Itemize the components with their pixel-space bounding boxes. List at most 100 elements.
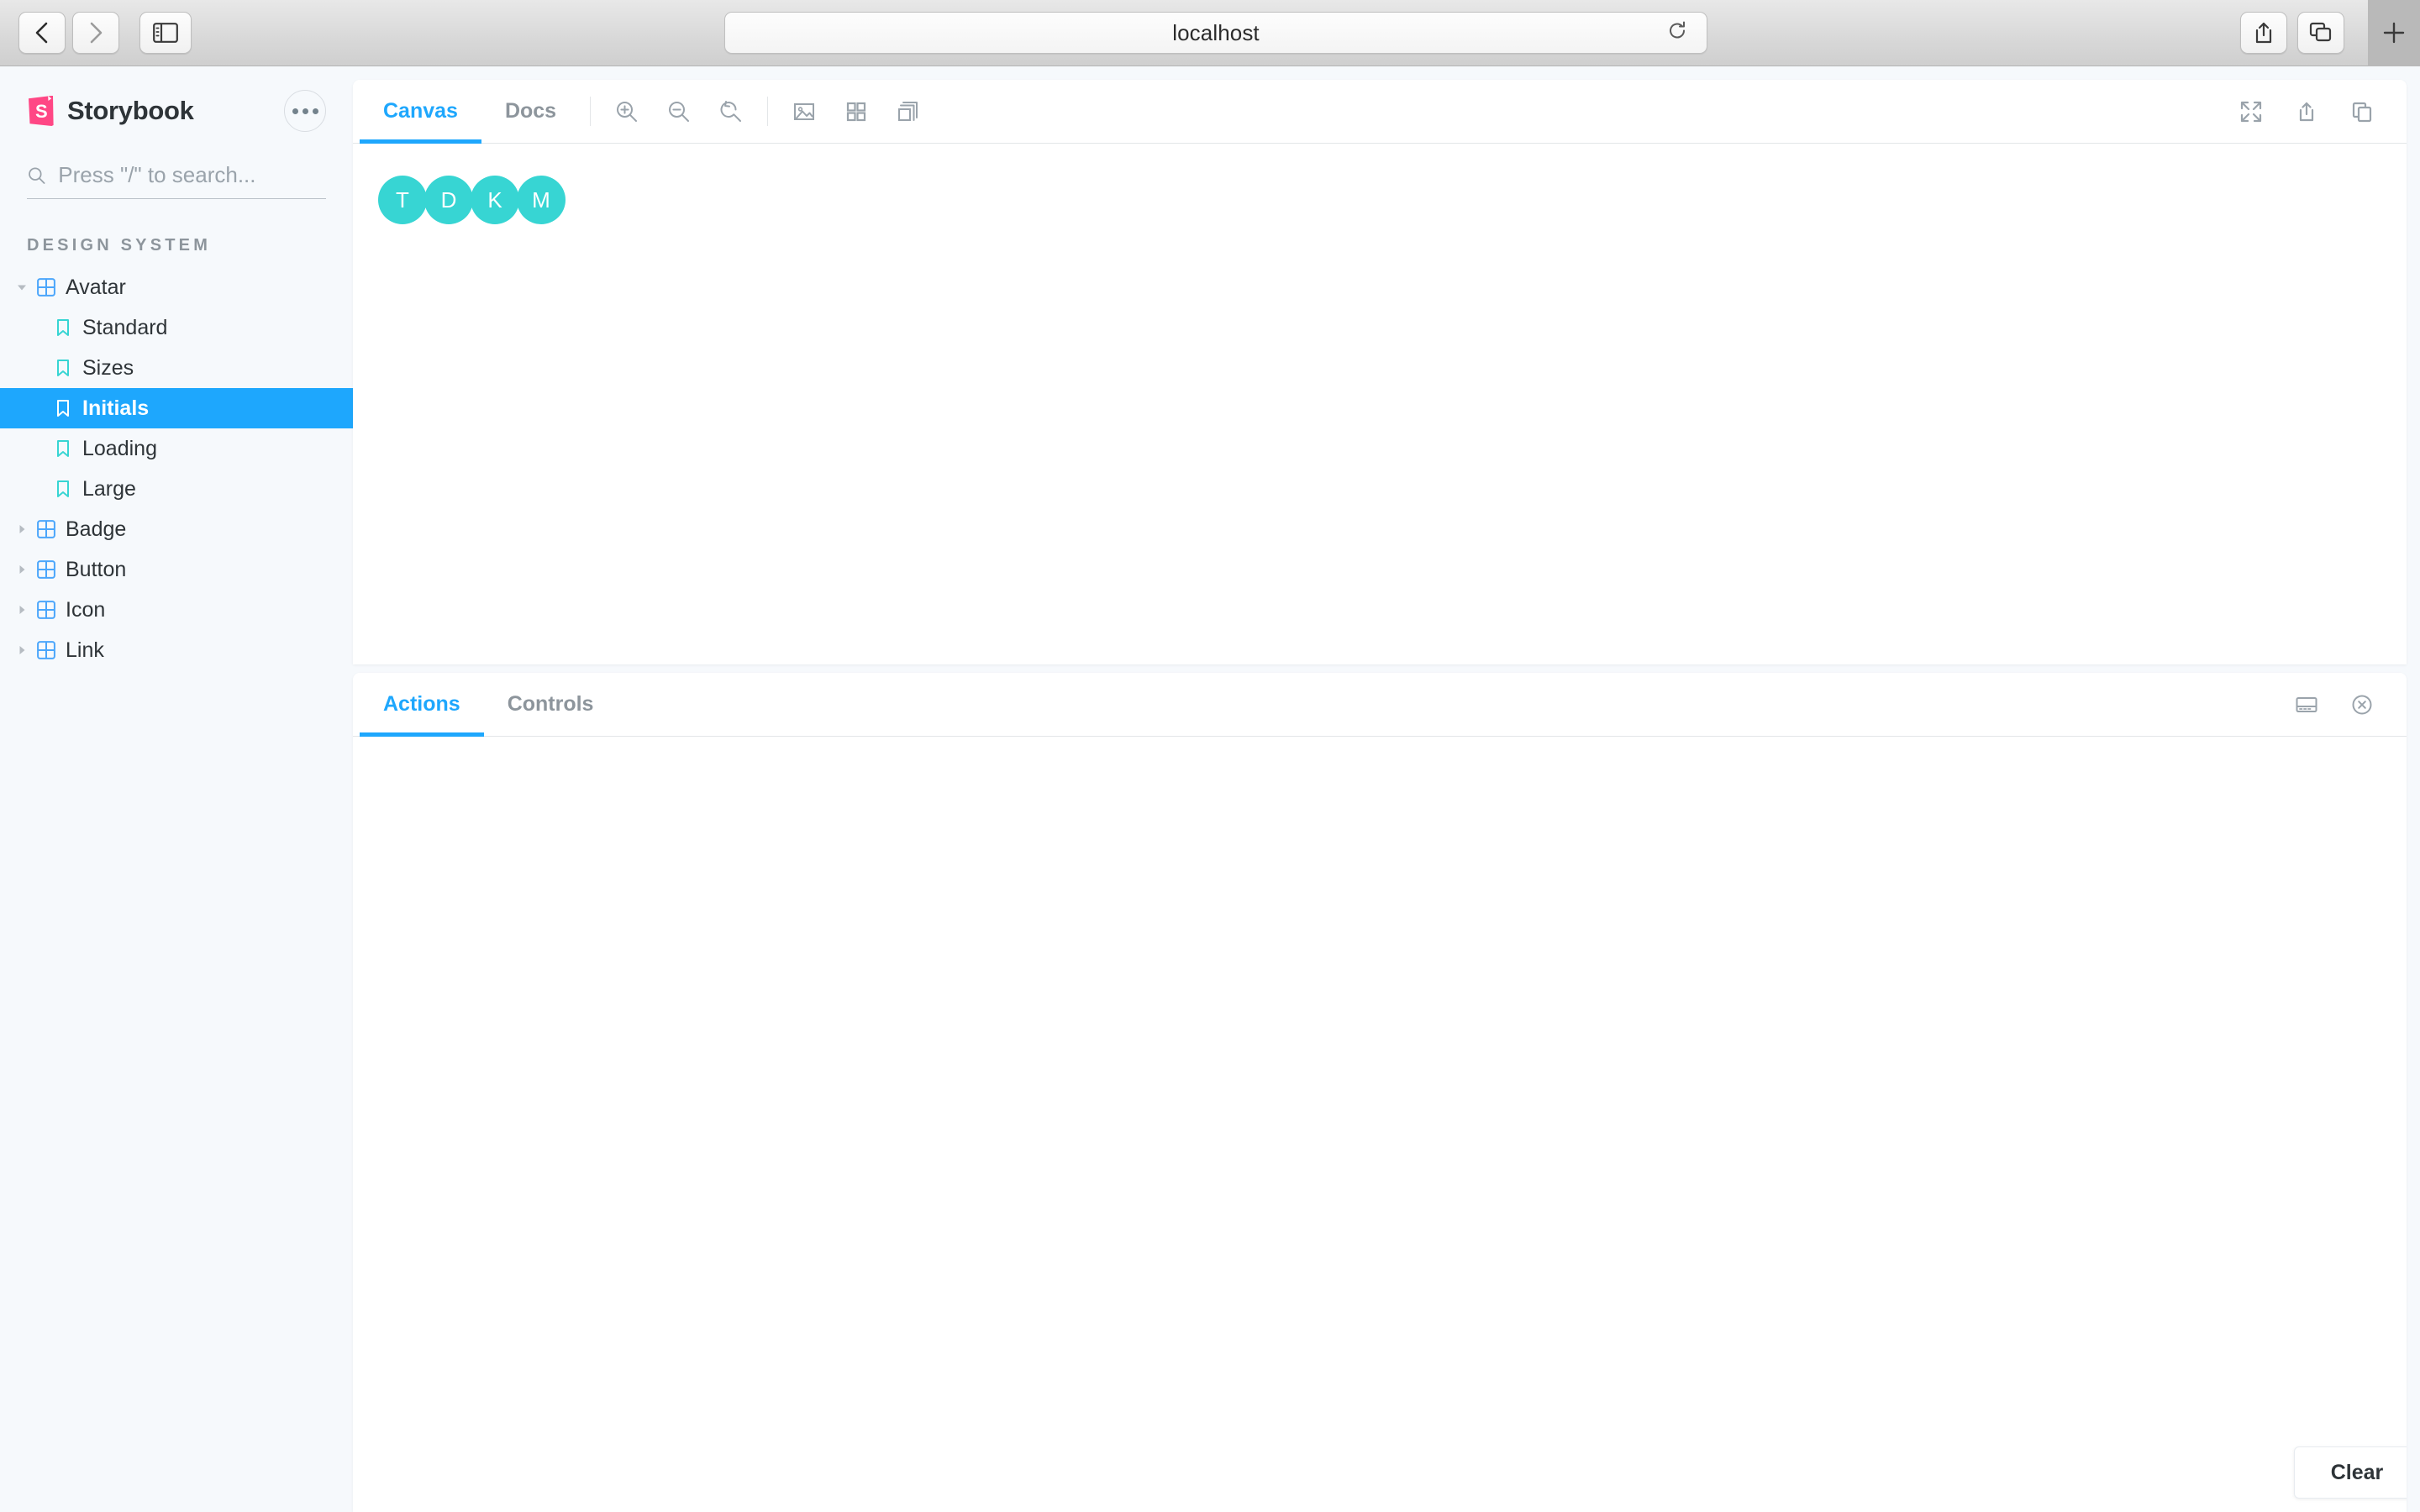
sidebar-icon [153, 23, 178, 43]
chevron-right-icon[interactable] [12, 643, 32, 657]
tree-item-label: Badge [66, 517, 127, 541]
story-icon [49, 399, 77, 417]
panel-position-icon [2296, 696, 2317, 712]
tree-item-link[interactable]: Link [0, 630, 353, 670]
tree-item-label: Sizes [82, 355, 134, 380]
main-area: Canvas Docs T D K M Actions Controls Cle… [353, 66, 2420, 1512]
tree-item-label: Icon [66, 597, 106, 622]
avatar: K [471, 176, 519, 224]
tab-docs[interactable]: Docs [481, 80, 580, 143]
grid-icon [846, 102, 866, 121]
zoom-reset-icon [720, 100, 742, 122]
menu-dot-icon [292, 108, 298, 114]
copy-icon [2352, 102, 2372, 122]
tabs-icon [2309, 22, 2332, 42]
sidebar-toggle-button[interactable] [139, 12, 192, 54]
zoom-in-button[interactable] [601, 80, 653, 143]
addons-tabbar: Actions Controls [353, 673, 2407, 737]
menu-dot-icon [312, 108, 318, 114]
avatar: T [378, 176, 427, 224]
plus-icon [2383, 22, 2405, 44]
search-container [27, 162, 326, 199]
url-bar-container: localhost [192, 12, 2240, 54]
tab-canvas[interactable]: Canvas [360, 80, 481, 144]
share-button[interactable] [2240, 12, 2287, 54]
tree-item-sizes[interactable]: Sizes [0, 348, 353, 388]
tree-item-button[interactable]: Button [0, 549, 353, 590]
canvas-toolbar: Canvas Docs [353, 80, 2407, 144]
brand[interactable]: S Storybook [27, 95, 194, 127]
tab-overview-button[interactable] [2297, 12, 2344, 54]
url-bar[interactable]: localhost [724, 12, 1707, 54]
avatar: D [424, 176, 473, 224]
addons-right-tools [2281, 673, 2407, 736]
open-new-tab-button[interactable] [2281, 99, 2333, 124]
tree-item-label: Initials [82, 396, 150, 420]
zoom-out-button[interactable] [653, 80, 705, 143]
fullscreen-icon [2240, 101, 2262, 122]
forward-button[interactable] [72, 12, 119, 54]
browser-actions [2240, 0, 2420, 66]
story-icon [49, 318, 77, 337]
zoom-out-icon [669, 101, 690, 122]
reload-button[interactable] [1666, 20, 1688, 46]
chevron-right-icon[interactable] [12, 522, 32, 536]
tree-item-standard[interactable]: Standard [0, 307, 353, 348]
story-preview: T D K M [353, 144, 2407, 664]
clear-button[interactable]: Clear [2294, 1446, 2407, 1499]
tree-item-avatar[interactable]: Avatar [0, 267, 353, 307]
tree-item-loading[interactable]: Loading [0, 428, 353, 469]
brand-name: Storybook [67, 96, 194, 125]
tree-item-badge[interactable]: Badge [0, 509, 353, 549]
browser-chrome: localhost [0, 0, 2420, 66]
copy-link-button[interactable] [2336, 99, 2388, 124]
canvas-panel: Canvas Docs T D K M [353, 80, 2407, 664]
actions-log: Clear [353, 737, 2407, 1512]
story-icon [49, 359, 77, 377]
component-icon [32, 560, 60, 579]
grid-button[interactable] [830, 80, 882, 143]
avatar-group: T D K M [378, 176, 2407, 224]
url-text: localhost [1172, 19, 1260, 45]
sidebar-header: S Storybook [0, 66, 353, 132]
back-button[interactable] [18, 12, 66, 54]
avatar: M [517, 176, 566, 224]
fullscreen-button[interactable] [2225, 99, 2277, 124]
share-icon [2255, 22, 2272, 44]
browser-nav-group [0, 12, 192, 54]
sidebar-menu-button[interactable] [284, 90, 326, 132]
chevron-down-icon[interactable] [12, 281, 32, 294]
tab-actions[interactable]: Actions [360, 673, 484, 737]
component-icon [32, 278, 60, 297]
measure-icon [898, 101, 918, 121]
tree-item-icon[interactable]: Icon [0, 590, 353, 630]
tree-item-label: Loading [82, 436, 157, 460]
chevron-left-icon [35, 22, 48, 44]
story-tree: Avatar Standard Sizes Initials Loading L… [0, 267, 353, 670]
background-icon [794, 102, 815, 120]
tree-item-initials[interactable]: Initials [0, 388, 353, 428]
chevron-right-icon[interactable] [12, 563, 32, 576]
tree-item-large[interactable]: Large [0, 469, 353, 509]
panel-position-button[interactable] [2281, 692, 2333, 717]
zoom-in-icon [617, 101, 638, 122]
search-input[interactable] [58, 162, 326, 188]
sidebar: S Storybook DESIGN SYSTEM [0, 66, 353, 1512]
tree-item-label: Button [66, 557, 127, 581]
storybook-logo-icon: S [29, 96, 54, 126]
new-tab-button[interactable] [2368, 0, 2420, 66]
tree-item-label: Large [82, 476, 136, 501]
story-icon [49, 480, 77, 498]
measure-button[interactable] [882, 80, 934, 143]
sidebar-section-title: DESIGN SYSTEM [27, 236, 212, 255]
chevron-right-icon[interactable] [12, 603, 32, 617]
chevron-right-icon [90, 22, 103, 44]
zoom-reset-button[interactable] [705, 80, 757, 143]
toolbar-divider [590, 97, 592, 126]
tab-controls[interactable]: Controls [484, 673, 618, 736]
close-panel-button[interactable] [2336, 692, 2388, 717]
tree-item-label: Link [66, 638, 104, 662]
background-button[interactable] [778, 80, 830, 143]
story-icon [49, 439, 77, 458]
